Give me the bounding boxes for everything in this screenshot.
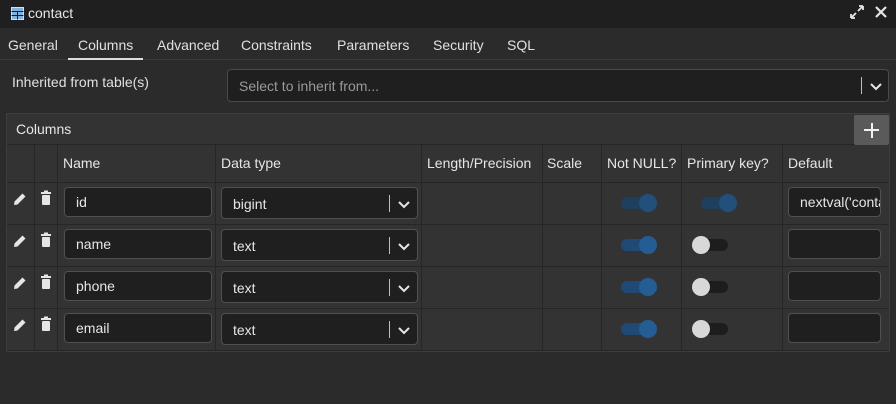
default-input[interactable]	[788, 229, 881, 259]
primary-key-toggle[interactable]	[690, 276, 730, 296]
header-length-precision: Length/Precision	[427, 155, 532, 171]
chevron-down-icon[interactable]	[869, 79, 883, 93]
not-null-toggle[interactable]	[617, 234, 657, 254]
not-null-toggle[interactable]	[617, 192, 657, 212]
add-column-button[interactable]	[854, 115, 889, 145]
columns-panel: Columns Name Data type Length/Precision …	[6, 113, 890, 352]
tab-general[interactable]: General	[8, 28, 58, 60]
close-icon[interactable]	[874, 5, 888, 21]
table-icon	[11, 7, 24, 20]
tab-constraints[interactable]: Constraints	[241, 28, 312, 60]
chevron-down-icon[interactable]	[397, 281, 411, 295]
data-type-select[interactable]: bigint	[221, 187, 418, 219]
expand-icon[interactable]	[850, 5, 864, 21]
default-input[interactable]: nextval('contact_id_seq'::regclass)	[788, 187, 881, 217]
tab-security[interactable]: Security	[433, 28, 484, 60]
columns-panel-title: Columns	[16, 121, 72, 137]
data-type-select[interactable]: text	[221, 229, 418, 261]
chevron-down-icon[interactable]	[397, 197, 411, 211]
header-not-null: Not NULL?	[607, 155, 677, 171]
primary-key-toggle[interactable]	[690, 318, 730, 338]
columns-panel-header: Columns	[7, 114, 889, 145]
inherit-label: Inherited from table(s)	[12, 74, 149, 90]
edit-icon[interactable]	[12, 191, 28, 207]
column-name-input[interactable]: id	[64, 187, 212, 217]
tab-advanced[interactable]: Advanced	[157, 28, 219, 60]
primary-key-toggle[interactable]	[697, 192, 737, 212]
data-type-value: bigint	[233, 196, 267, 212]
inherit-placeholder: Select to inherit from...	[239, 78, 380, 94]
header-data-type: Data type	[221, 155, 281, 171]
tab-sql[interactable]: SQL	[507, 28, 535, 60]
default-input[interactable]	[788, 313, 881, 343]
chevron-down-icon[interactable]	[397, 323, 411, 337]
data-type-value: text	[233, 280, 256, 296]
edit-icon[interactable]	[12, 233, 28, 249]
columns-grid: Name Data type Length/Precision Scale No…	[7, 145, 889, 351]
column-name-input[interactable]: name	[64, 229, 212, 259]
trash-icon[interactable]	[38, 190, 54, 206]
edit-icon[interactable]	[12, 317, 28, 333]
not-null-toggle[interactable]	[617, 276, 657, 296]
data-type-value: text	[233, 322, 256, 338]
tab-columns[interactable]: Columns	[68, 28, 144, 60]
data-type-select[interactable]: text	[221, 271, 418, 303]
header-name: Name	[63, 155, 101, 171]
column-name-input[interactable]: phone	[64, 271, 212, 301]
edit-icon[interactable]	[12, 275, 28, 291]
inherit-select[interactable]: Select to inherit from...	[227, 69, 889, 102]
tab-parameters[interactable]: Parameters	[337, 28, 409, 60]
data-type-value: text	[233, 238, 256, 254]
trash-icon[interactable]	[38, 274, 54, 290]
window-title: contact	[28, 5, 74, 21]
header-scale: Scale	[547, 155, 583, 171]
default-input[interactable]	[788, 271, 881, 301]
trash-icon[interactable]	[38, 316, 54, 332]
column-name-input[interactable]: email	[64, 313, 212, 343]
title-bar: contact	[0, 0, 896, 28]
primary-key-toggle[interactable]	[690, 234, 730, 254]
chevron-down-icon[interactable]	[397, 239, 411, 253]
data-type-select[interactable]: text	[221, 313, 418, 345]
not-null-toggle[interactable]	[617, 318, 657, 338]
trash-icon[interactable]	[38, 232, 54, 248]
tab-bar: General Columns Advanced Constraints Par…	[0, 28, 896, 60]
header-default: Default	[788, 155, 833, 171]
select-divider	[861, 77, 862, 94]
header-primary-key: Primary key?	[687, 155, 769, 171]
